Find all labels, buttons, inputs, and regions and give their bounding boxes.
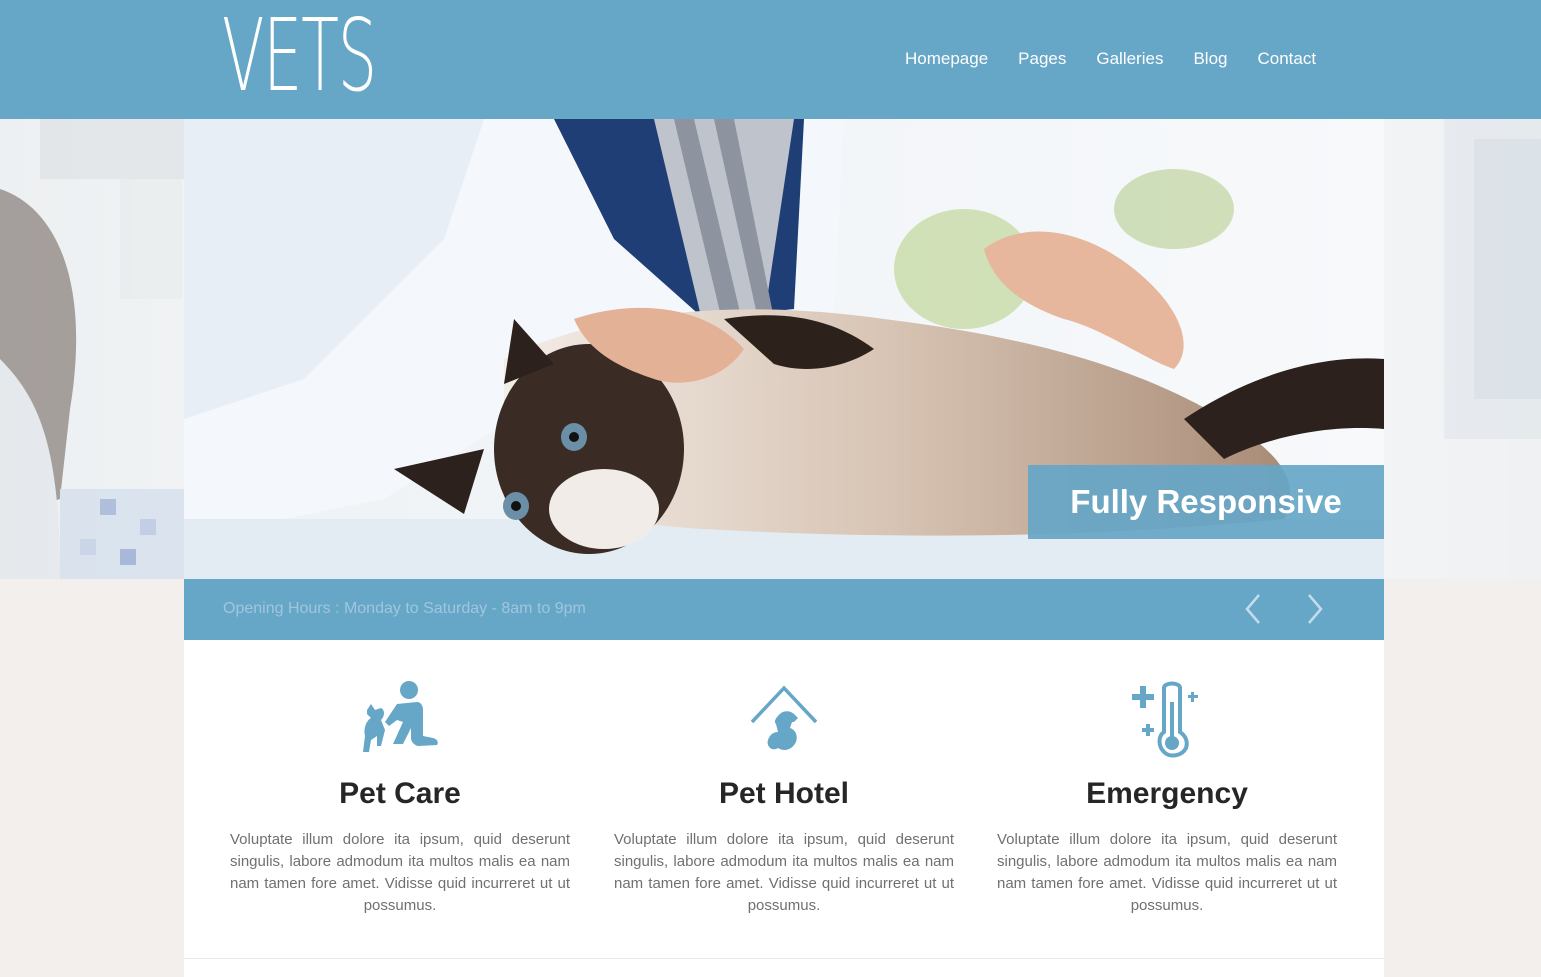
- opening-hours-bar: Opening Hours : Monday to Saturday - 8am…: [184, 579, 1384, 640]
- feature-title: Pet Care: [339, 777, 461, 810]
- feature-description: Voluptate illum dolore ita ipsum, quid d…: [230, 831, 570, 914]
- feature-title: Emergency: [1086, 777, 1248, 810]
- opening-hours-text: Opening Hours : Monday to Saturday - 8am…: [223, 600, 586, 617]
- slider-next-slide-preview: [1384, 119, 1541, 579]
- nav-pages[interactable]: Pages: [1003, 48, 1081, 70]
- main-nav: Homepage Pages Galleries Blog Contact: [890, 48, 1331, 70]
- feature-title: Pet Hotel: [718, 777, 850, 810]
- site-logo[interactable]: VETS: [222, 6, 377, 106]
- nav-blog[interactable]: Blog: [1178, 48, 1242, 70]
- pet-care-icon: [220, 680, 580, 760]
- slide-caption: Fully Responsive: [1028, 465, 1384, 539]
- pet-hotel-icon: [604, 680, 964, 760]
- chevron-left-icon: [1245, 594, 1260, 624]
- chevron-right-icon: [1308, 594, 1323, 624]
- site-header: VETS Homepage Pages Galleries Blog Conta…: [0, 0, 1541, 119]
- nav-homepage[interactable]: Homepage: [890, 48, 1003, 70]
- feature-description: Voluptate illum dolore ita ipsum, quid d…: [614, 831, 954, 914]
- nav-contact[interactable]: Contact: [1243, 48, 1332, 70]
- feature-description: Voluptate illum dolore ita ipsum, quid d…: [997, 831, 1337, 914]
- slide-caption-text: Fully Responsive: [1070, 483, 1342, 520]
- features-section: Pet Care Voluptate illum dolore ita ipsu…: [184, 640, 1384, 958]
- thermometer-icon: [987, 680, 1347, 760]
- slider-next-button[interactable]: [1299, 593, 1329, 625]
- slider-prev-button[interactable]: [1239, 593, 1269, 625]
- next-section-edge: [184, 958, 1384, 977]
- slider-prev-slide-preview: [0, 119, 184, 579]
- nav-galleries[interactable]: Galleries: [1081, 48, 1178, 70]
